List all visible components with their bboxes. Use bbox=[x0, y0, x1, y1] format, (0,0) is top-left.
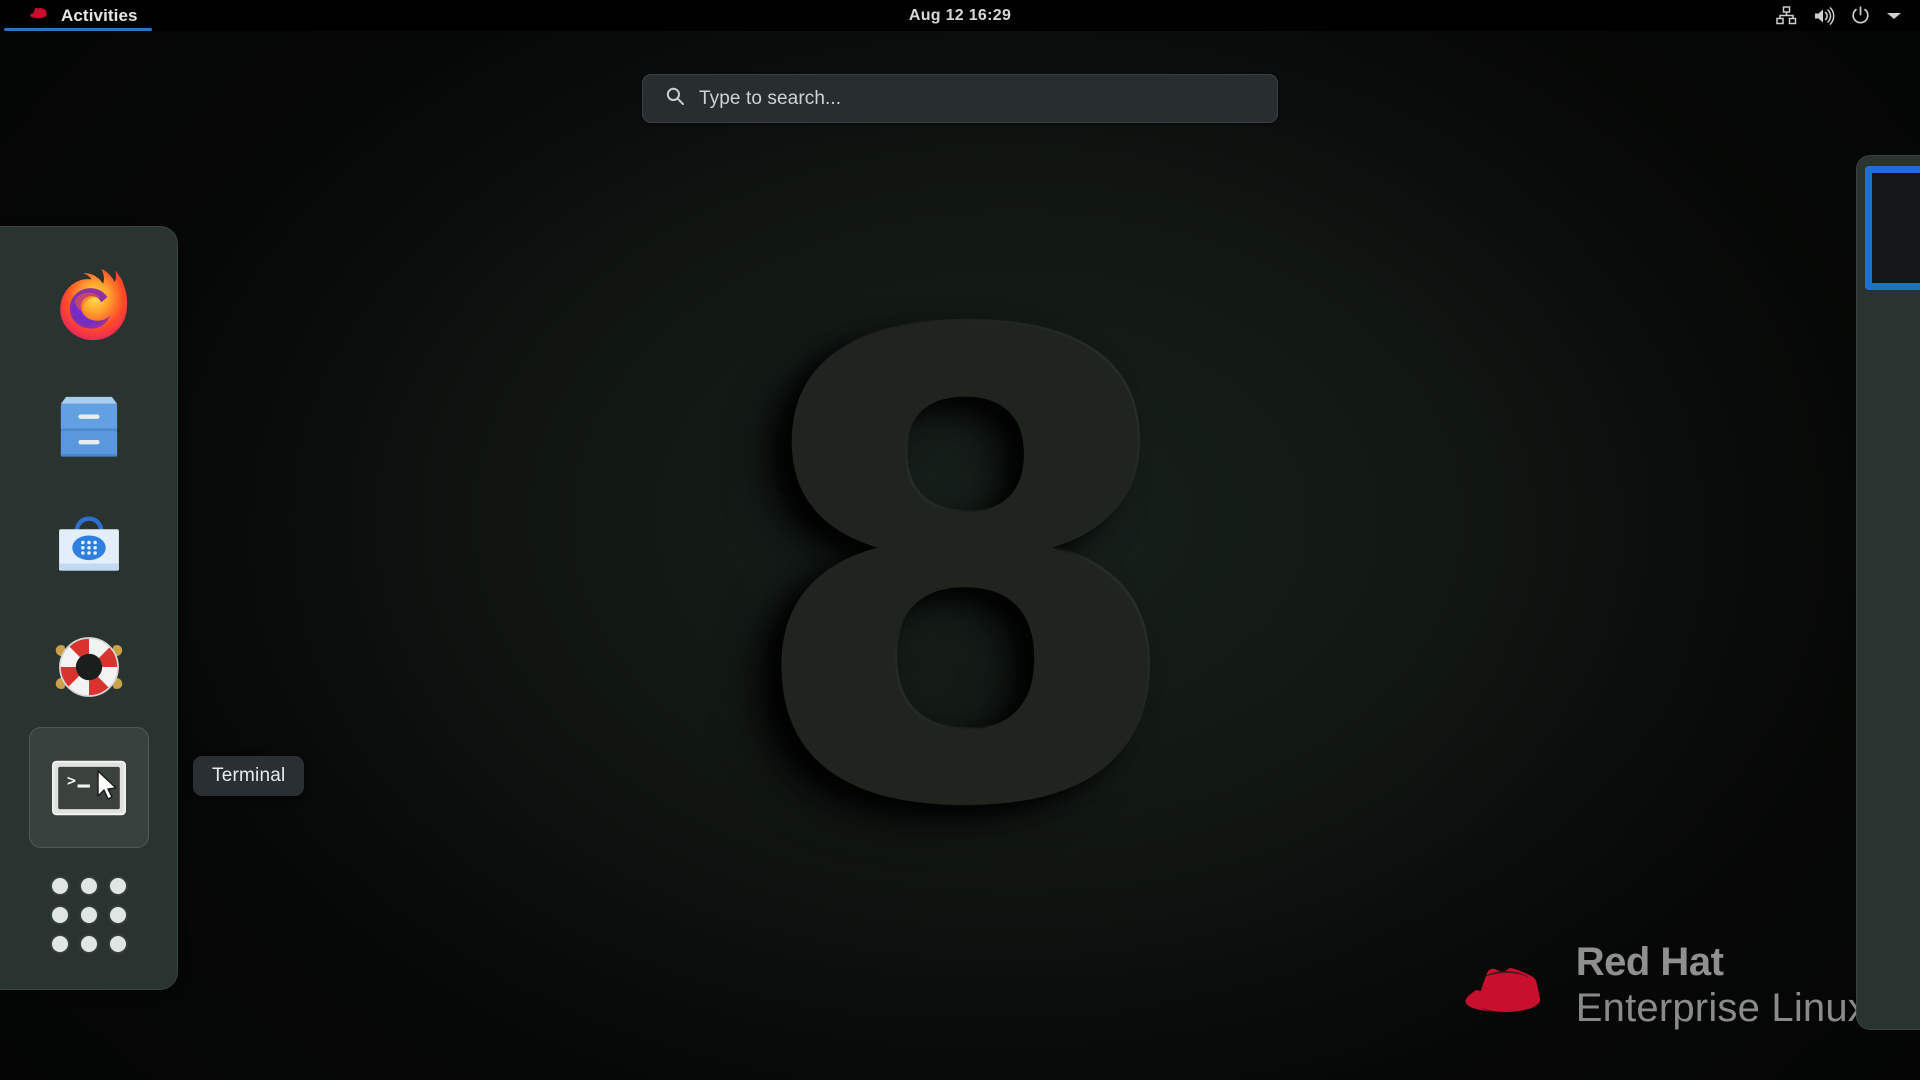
volume-icon[interactable] bbox=[1813, 6, 1835, 25]
system-status-area[interactable] bbox=[1766, 0, 1912, 31]
red-hat-fedora-icon bbox=[1462, 952, 1554, 1019]
branding-line-2: Enterprise Linux bbox=[1575, 986, 1868, 1030]
files-cabinet-icon bbox=[60, 396, 117, 457]
wallpaper-watermark: 8 bbox=[742, 202, 1187, 947]
top-bar: Activities Aug 12 16:29 bbox=[0, 0, 1920, 31]
rhel-branding: Red Hat Enterprise Linux bbox=[1462, 942, 1868, 1028]
power-icon[interactable] bbox=[1851, 6, 1870, 25]
search-input[interactable]: Type to search... bbox=[642, 74, 1278, 123]
dock-item-firefox[interactable] bbox=[29, 243, 149, 364]
help-lifering-icon bbox=[55, 636, 122, 697]
software-bag-icon bbox=[58, 516, 119, 571]
workspace-thumbnail-active[interactable] bbox=[1865, 166, 1920, 290]
dock-tooltip: Terminal bbox=[193, 756, 305, 796]
grid-dots-icon bbox=[51, 877, 126, 952]
activities-active-indicator bbox=[4, 28, 152, 31]
svg-text:>: > bbox=[67, 771, 76, 789]
clock[interactable]: Aug 12 16:29 bbox=[909, 7, 1011, 25]
search-bar-container: Type to search... bbox=[0, 74, 1920, 123]
show-applications-button[interactable] bbox=[29, 854, 149, 975]
search-placeholder: Type to search... bbox=[699, 87, 842, 109]
terminal-icon: > bbox=[51, 760, 126, 815]
wired-network-icon[interactable] bbox=[1776, 6, 1797, 25]
redhat-logo-icon bbox=[28, 5, 50, 26]
desktop-background: 8 bbox=[0, 0, 1920, 1080]
dock-item-software[interactable] bbox=[29, 485, 149, 606]
dash-dock: > bbox=[0, 226, 178, 990]
firefox-icon bbox=[59, 268, 127, 340]
branding-line-1: Red Hat bbox=[1575, 940, 1724, 984]
dock-item-terminal[interactable]: > bbox=[28, 727, 149, 848]
dock-item-help[interactable] bbox=[29, 606, 149, 727]
activities-button[interactable]: Activities bbox=[0, 0, 152, 31]
dock-item-files[interactable] bbox=[29, 364, 149, 485]
workspace-thumbnail-panel[interactable] bbox=[1856, 155, 1920, 1030]
activities-label: Activities bbox=[61, 5, 138, 25]
chevron-down-icon[interactable] bbox=[1886, 11, 1902, 21]
search-icon bbox=[665, 86, 685, 111]
